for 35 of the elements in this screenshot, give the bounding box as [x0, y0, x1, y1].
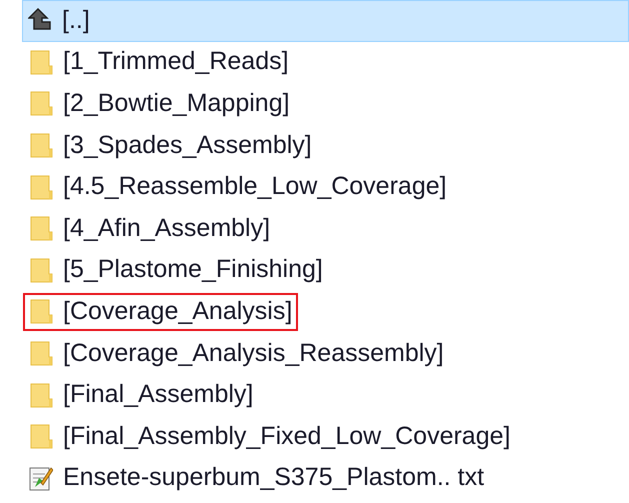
file-list-item[interactable]: [2_Bowtie_Mapping] [22, 83, 629, 125]
folder-icon [29, 215, 53, 242]
folder-icon [29, 132, 53, 158]
item-name: [4.5_Reassemble_Low_Coverage] [63, 172, 447, 202]
item-name: [Coverage_Analysis] [63, 296, 292, 326]
file-list-item[interactable]: [Coverage_Analysis] [22, 291, 629, 333]
item-name: [1_Trimmed_Reads] [63, 47, 289, 76]
item-name: [Final_Assembly] [63, 380, 254, 410]
folder-icon [29, 340, 53, 366]
file-list-item[interactable]: [Final_Assembly_Fixed_Low_Coverage] [22, 416, 629, 458]
item-name: [..] [62, 6, 90, 35]
file-list-item[interactable]: [4_Afin_Assembly] [22, 208, 629, 250]
file-list-item[interactable]: [3_Spades_Assembly] [22, 124, 629, 166]
file-list-item[interactable]: [4.5_Reassemble_Low_Coverage] [22, 166, 629, 208]
file-list-item[interactable]: [..] [22, 0, 629, 42]
file-list-item[interactable]: Ensete-superbum_S375_Plastom.. txt [22, 458, 629, 500]
text-file-icon [29, 464, 53, 491]
item-name: [4_Afin_Assembly] [63, 214, 270, 243]
folder-icon [29, 256, 53, 283]
folder-icon [29, 298, 53, 324]
folder-icon [29, 174, 53, 200]
item-name: [5_Plastome_Finishing] [63, 255, 323, 284]
folder-icon [29, 423, 53, 450]
item-name: [Final_Assembly_Fixed_Low_Coverage] [63, 422, 510, 451]
item-name: [2_Bowtie_Mapping] [63, 88, 290, 118]
item-name: [Coverage_Analysis_Reassembly] [63, 338, 444, 368]
item-name: [3_Spades_Assembly] [63, 130, 312, 160]
folder-icon [29, 48, 53, 75]
folder-icon [29, 382, 53, 408]
item-name: Ensete-superbum_S375_Plastom.. txt [63, 463, 484, 492]
file-list-item[interactable]: [1_Trimmed_Reads] [22, 42, 629, 84]
file-list-item[interactable]: [Final_Assembly] [22, 374, 629, 416]
folder-icon [29, 90, 53, 116]
file-list-item[interactable]: [5_Plastome_Finishing] [22, 250, 629, 292]
file-list-item[interactable]: [Coverage_Analysis_Reassembly] [22, 332, 629, 374]
